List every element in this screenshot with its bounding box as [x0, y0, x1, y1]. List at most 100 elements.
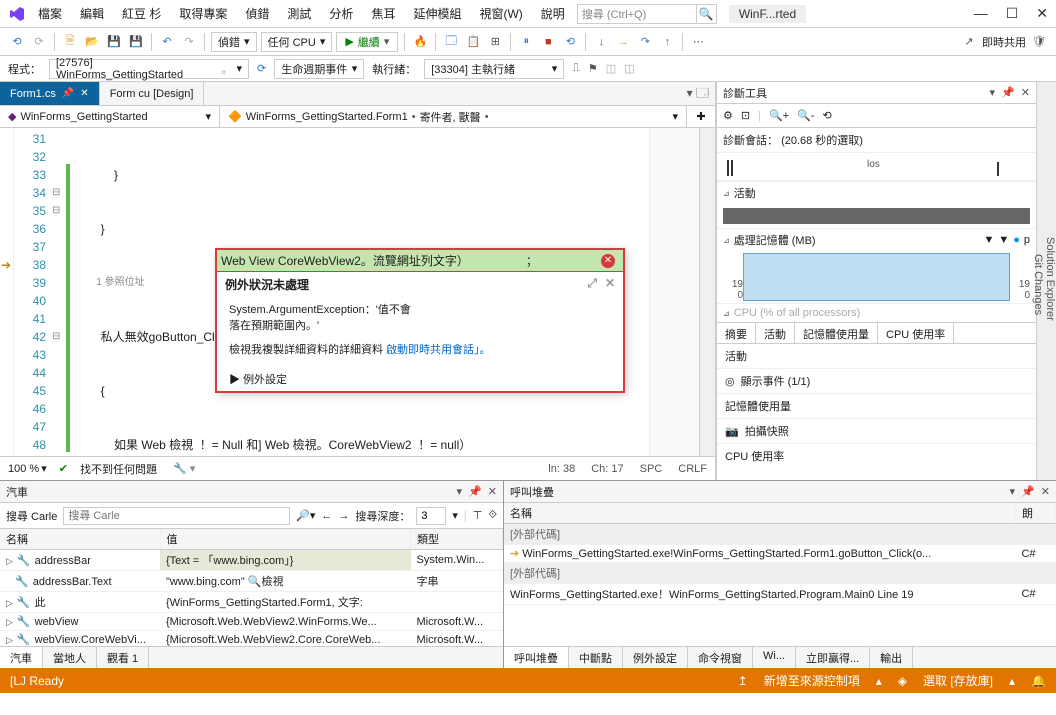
tab-autos[interactable]: 汽車 [0, 647, 43, 668]
close-icon[interactable]: ✕ [605, 276, 615, 293]
open-file-icon[interactable]: 📂 [83, 33, 101, 51]
stack-frame-icon[interactable]: ◫ [606, 62, 616, 75]
fold-gutter[interactable]: ⊟⊟ ⊟ [52, 128, 66, 456]
stop-icon[interactable]: ■ [539, 33, 557, 51]
menu-window[interactable]: 視窗(W) [475, 3, 526, 24]
diag-tab-events[interactable]: 活動 [756, 323, 795, 343]
breadcrumb-project[interactable]: ◆WinForms_GettingStarted▾ [0, 106, 220, 127]
undo-icon[interactable]: ↶ [158, 33, 176, 51]
pin-icon[interactable]: 📌 [1001, 86, 1015, 99]
continue-button[interactable]: ▶繼續▾ [336, 32, 398, 52]
platform-dropdown[interactable]: 任何 CPU▾ [261, 32, 333, 52]
lifecycle-icon[interactable]: ⟳ [257, 62, 266, 75]
nav-right-icon[interactable]: → [338, 510, 349, 522]
lifecycle-dropdown[interactable]: 生命週期事件▾ [274, 59, 364, 79]
pin-icon[interactable]: 📌 [62, 88, 74, 99]
table-row[interactable]: [外部代碼] [504, 563, 1056, 584]
diag-expand-icon[interactable]: ⊡ [741, 109, 750, 122]
zoom-in-icon[interactable]: 🔍+ [769, 109, 789, 122]
menu-tools[interactable]: 焦耳 [367, 3, 399, 24]
search-icon[interactable]: 🔎▾ [296, 509, 315, 522]
nav-left-icon[interactable]: ← [321, 510, 332, 522]
diag-cpu-header[interactable]: ⊿CPU (% of all processors) [717, 303, 1036, 322]
diag-activity-header[interactable]: ⊿活動 [717, 181, 1036, 204]
step-over-icon[interactable]: ↷ [636, 33, 654, 51]
autos-table[interactable]: 名稱 值 類型 ▷🔧addressBar{Text = 「www.bing.co… [0, 529, 503, 646]
tab-command-window[interactable]: 命令視窗 [688, 647, 753, 668]
menu-test[interactable]: 測試 [283, 3, 315, 24]
restart-icon[interactable]: ⟲ [561, 33, 579, 51]
tab-breakpoints[interactable]: 中斷點 [569, 647, 623, 668]
pin-icon[interactable]: 📌 [468, 485, 482, 498]
step-out-icon[interactable]: ↑ [658, 33, 676, 51]
doc-tab-form1-cs[interactable]: Form1.cs 📌 ✕ [0, 82, 100, 105]
col-name[interactable]: 名稱 [504, 503, 1016, 524]
col-lang[interactable]: 朗 [1016, 503, 1056, 524]
search-input[interactable]: 搜尋 (Ctrl+Q) [577, 4, 697, 24]
pin-icon[interactable]: ⤢ [587, 276, 597, 293]
git-changes-tab[interactable]: Git Changes [1032, 90, 1044, 480]
step-into-icon[interactable]: ↓ [592, 33, 610, 51]
tab-locals[interactable]: 當地人 [43, 647, 97, 668]
add-source-control[interactable]: 新增至來源控制項 [764, 672, 860, 689]
stack-frame-icon2[interactable]: ◫ [624, 62, 634, 75]
tab-watch1[interactable]: 觀看 1 [97, 647, 149, 668]
pause-icon[interactable]: ⏸ [517, 33, 535, 51]
live-share-button[interactable]: 即時共用 [982, 34, 1026, 50]
diag-tab-cpu[interactable]: CPU 使用率 [878, 323, 954, 343]
diag-memory-header[interactable]: ⊿處理記憶體 (MB) ▼ ▼ ● p [717, 228, 1036, 251]
tool-icon-4[interactable]: ⋯ [689, 33, 707, 51]
dropdown-icon[interactable]: ▾ [457, 485, 463, 498]
close-tab-icon[interactable]: ✕ [80, 88, 88, 99]
autos-search-input[interactable] [63, 507, 290, 525]
share-icon[interactable]: ↗ [960, 33, 978, 51]
stack-icon[interactable]: ⎍ [572, 62, 580, 75]
nav-back-icon[interactable]: ⟲ [8, 33, 26, 51]
menu-project[interactable]: 取得專案 [175, 3, 231, 24]
diag-tab-memory[interactable]: 記憶體使用量 [795, 323, 878, 343]
callstack-table[interactable]: 名稱 朗 [外部代碼] ➔ WinForms_GettingStarted.ex… [504, 503, 1056, 646]
hot-reload-icon[interactable]: 🔥 [411, 33, 429, 51]
diag-settings-icon[interactable]: ⚙ [723, 109, 733, 122]
close-icon[interactable]: ✕ [1021, 86, 1030, 99]
notifications-icon[interactable]: 🔔 [1031, 674, 1046, 688]
tab-wi[interactable]: Wi... [753, 647, 796, 668]
breadcrumb-class[interactable]: 🔶WinForms_GettingStarted.Form1• 寄件者, 獸醫 … [220, 106, 687, 127]
depth-dropdown-icon[interactable]: ▾ [452, 509, 458, 522]
diag-show-events[interactable]: ◎顯示事件 (1/1) [717, 369, 1036, 394]
process-dropdown[interactable]: [27576] WinForms_GettingStarted。▾ [49, 59, 249, 79]
flag-blue-icon[interactable]: ▼ [998, 234, 1009, 246]
select-repo[interactable]: 選取 [存放庫] [923, 672, 993, 689]
menu-debug[interactable]: 偵錯 [241, 3, 273, 24]
vertical-scrollbar[interactable] [699, 128, 715, 456]
tool-icon[interactable]: ⊤ [473, 509, 483, 522]
dropdown-icon[interactable]: ▾ [990, 86, 996, 99]
code-area[interactable]: ➔ 313233 343536 373839 404142 434445 464… [0, 128, 715, 456]
zoom-reset-icon[interactable]: ⟲ [822, 109, 831, 122]
table-row[interactable]: [外部代碼] [504, 524, 1056, 545]
save-icon[interactable]: 💾 [105, 33, 123, 51]
minimize-button[interactable]: — [974, 5, 988, 22]
thread-dropdown[interactable]: [33304] 主執行緒▾ [424, 59, 564, 79]
col-value[interactable]: 值 [160, 529, 411, 550]
tab-callstack[interactable]: 呼叫堆疊 [504, 647, 569, 668]
show-next-icon[interactable]: → [614, 33, 632, 51]
flag-icon[interactable]: ⚑ [588, 62, 598, 75]
menu-edit[interactable]: 編輯 [76, 3, 108, 24]
diag-snapshot[interactable]: 📷拍攝快照 [717, 419, 1036, 444]
table-row[interactable]: ▷🔧此{WinForms_GettingStarted.Form1, 文字: [0, 592, 503, 613]
save-all-icon[interactable]: 💾 [127, 33, 145, 51]
table-row[interactable]: 🔧addressBar.Text"www.bing.com" 🔍檢視字串 [0, 571, 503, 592]
pin-icon[interactable]: 📌 [1021, 485, 1035, 498]
col-name[interactable]: 名稱 [0, 529, 160, 550]
doc-tab-design[interactable]: Form cu [Design] [100, 82, 205, 105]
nav-fwd-icon[interactable]: ⟳ [30, 33, 48, 51]
maximize-button[interactable]: ☐ [1006, 5, 1019, 22]
menu-extensions[interactable]: 延伸模組 [409, 3, 465, 24]
table-row[interactable]: ➔ WinForms_GettingStarted.exe!WinForms_G… [504, 545, 1056, 563]
repo-icon[interactable]: ◈ [898, 674, 907, 688]
menu-analyze[interactable]: 分析 [325, 3, 357, 24]
tab-immediate[interactable]: 立即贏得... [796, 647, 870, 668]
depth-input[interactable] [416, 507, 446, 525]
menu-help[interactable]: 說明 [537, 3, 569, 24]
